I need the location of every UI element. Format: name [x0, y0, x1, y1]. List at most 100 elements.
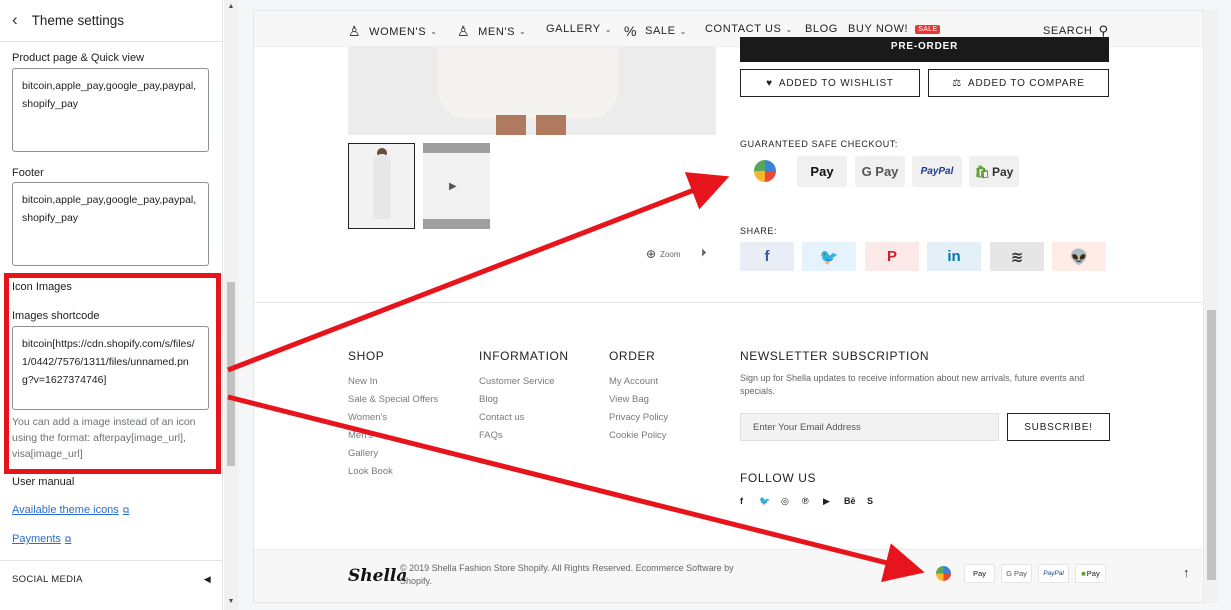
shella-logo[interactable]: Shella — [348, 566, 407, 586]
preview-scrollbar[interactable] — [1205, 10, 1218, 603]
payments-link[interactable]: Payments ⧉ — [12, 533, 71, 545]
footer-link[interactable]: Contact us — [479, 412, 524, 423]
apple-pay-icon: Pay — [797, 156, 847, 187]
back-arrow-icon[interactable]: ‹ — [12, 10, 18, 30]
panel-header: ‹ Theme settings — [0, 0, 222, 42]
scroll-up-arrow-icon[interactable]: ▲ — [224, 3, 238, 10]
twitter-icon[interactable]: 🐦 — [759, 496, 770, 507]
thumbnail-bar — [423, 219, 490, 229]
twitter-share-icon[interactable]: 🐦 — [802, 242, 856, 271]
product-photo-shorts — [438, 47, 618, 119]
footer-link[interactable]: Look Book — [348, 466, 393, 477]
compare-icon: ⚖ — [952, 77, 963, 89]
heart-icon: ♥ — [766, 77, 773, 89]
nav-sale[interactable]: % SALE ⌄ — [624, 23, 687, 39]
man-icon: ♙ — [457, 23, 471, 39]
preview-scrollbar-thumb[interactable] — [1207, 310, 1216, 580]
product-thumbnail[interactable] — [348, 143, 415, 229]
zoom-label: Zoom — [660, 249, 681, 259]
nav-men[interactable]: ♙ MEN'S ⌄ — [457, 23, 526, 40]
chevron-down-icon: ⌄ — [785, 24, 793, 34]
footer-link[interactable]: Women's — [348, 412, 387, 423]
pinterest-icon[interactable]: ℗ — [802, 496, 809, 506]
nav-blog[interactable]: BLOG — [805, 23, 838, 35]
reddit-share-icon[interactable]: 👽 — [1052, 242, 1106, 271]
linkedin-share-icon[interactable]: in — [927, 242, 981, 271]
left-scrollbar-thumb[interactable] — [227, 282, 235, 466]
facebook-share-icon[interactable]: f — [740, 242, 794, 271]
available-theme-icons-link[interactable]: Available theme icons ⧉ — [12, 504, 129, 516]
social-media-label: SOCIAL MEDIA — [12, 574, 83, 585]
pinterest-share-icon[interactable]: P — [865, 242, 919, 271]
nav-men-label: MEN'S — [478, 25, 516, 38]
footer-label: Footer — [12, 167, 44, 179]
wishlist-button[interactable]: ♥ ADDED TO WISHLIST — [740, 69, 920, 97]
footer-link[interactable]: Sale & Special Offers — [348, 394, 438, 405]
store-preview-frame: ♙ WOMEN'S ⌄ ♙ MEN'S ⌄ GALLERY ⌄ % SALE ⌄… — [253, 10, 1204, 603]
follow-us-heading: FOLLOW US — [740, 471, 817, 485]
skype-icon[interactable]: S — [867, 496, 873, 506]
woman-icon: ♙ — [348, 23, 362, 39]
footer-link[interactable]: Men's — [348, 430, 373, 441]
footer-link[interactable]: Privacy Policy — [609, 412, 668, 423]
footer-link[interactable]: My Account — [609, 376, 658, 387]
thumbnail-figure — [373, 154, 391, 219]
images-shortcode-textarea[interactable]: bitcoin[https://cdn.shopify.com/s/files/… — [12, 326, 209, 410]
footer-link[interactable]: View Bag — [609, 394, 649, 405]
nav-contact[interactable]: CONTACT US ⌄ — [705, 23, 793, 35]
wishlist-label: ADDED TO WISHLIST — [778, 77, 894, 89]
nav-search-label: SEARCH — [1043, 25, 1093, 37]
scroll-down-arrow-icon[interactable]: ▼ — [224, 598, 238, 605]
video-icon[interactable]: ⏵ — [701, 247, 707, 260]
paypal-mini-icon: PayPal — [1038, 564, 1069, 583]
footer-textarea[interactable]: bitcoin,apple_pay,google_pay,paypal,shop… — [12, 182, 209, 266]
icon-images-heading: Icon Images — [12, 281, 72, 293]
compare-label: ADDED TO COMPARE — [968, 77, 1085, 89]
user-manual-heading: User manual — [12, 476, 75, 488]
nav-women[interactable]: ♙ WOMEN'S ⌄ — [348, 23, 438, 40]
paypal-icon: PayPal — [912, 156, 962, 187]
back-to-top-icon[interactable]: ↑ — [1183, 565, 1190, 580]
instagram-icon[interactable]: ◎ — [781, 496, 789, 507]
bitcoin-icon — [740, 156, 790, 187]
google-pay-mini-icon: G Pay — [1001, 564, 1032, 583]
nav-buy-now[interactable]: BUY NOW! SALE — [848, 23, 941, 35]
theme-settings-panel: ‹ Theme settings Product page & Quick vi… — [0, 0, 223, 610]
shortcode-help-text: You can add a image instead of an icon u… — [12, 416, 196, 460]
newsletter-heading: NEWSLETTER SUBSCRIPTION — [740, 349, 930, 363]
shopify-pay-mini-icon: ■ Pay — [1075, 564, 1106, 583]
behance-icon[interactable]: Bē — [844, 496, 856, 506]
left-panel-scrollbar[interactable]: ▲ ▼ — [224, 0, 238, 610]
pre-order-button[interactable]: PRE-ORDER — [740, 37, 1109, 62]
newsletter-email-input[interactable]: Enter Your Email Address — [740, 413, 999, 441]
percent-icon: % — [624, 23, 638, 39]
nav-gallery[interactable]: GALLERY ⌄ — [546, 23, 612, 35]
thumbnail-bar — [423, 143, 490, 153]
footer-link[interactable]: Blog — [479, 394, 498, 405]
footer-link[interactable]: FAQs — [479, 430, 503, 441]
zoom-icon: ⊕ — [646, 247, 657, 261]
footer-link[interactable]: Cookie Policy — [609, 430, 667, 441]
footer-link[interactable]: Customer Service — [479, 376, 555, 387]
chevron-down-icon: ⌄ — [679, 26, 687, 36]
product-photo-leg — [496, 115, 526, 135]
available-theme-icons-label: Available theme icons — [12, 504, 119, 516]
social-media-section[interactable]: SOCIAL MEDIA ◀ — [0, 560, 222, 598]
zoom-button[interactable]: ⊕ Zoom — [646, 247, 681, 261]
youtube-icon[interactable]: ▶ — [823, 496, 830, 507]
product-video-thumbnail[interactable]: ▶ — [423, 143, 490, 229]
facebook-icon[interactable]: f — [740, 496, 743, 506]
product-page-textarea[interactable]: bitcoin,apple_pay,google_pay,paypal,shop… — [12, 68, 209, 152]
section-divider — [254, 302, 1203, 303]
nav-blog-label: BLOG — [805, 23, 838, 35]
buffer-share-icon[interactable]: ≋ — [990, 242, 1044, 271]
sale-badge: SALE — [915, 24, 941, 34]
footer-link[interactable]: Gallery — [348, 448, 378, 459]
subscribe-button[interactable]: SUBSCRIBE! — [1007, 413, 1110, 441]
newsletter-text: Sign up for Shella updates to receive in… — [740, 373, 1085, 396]
checkout-heading: GUARANTEED SAFE CHECKOUT: — [740, 139, 899, 149]
product-main-image[interactable] — [348, 47, 716, 135]
footer-link[interactable]: New In — [348, 376, 378, 387]
compare-button[interactable]: ⚖ ADDED TO COMPARE — [928, 69, 1109, 97]
caret-left-icon: ◀ — [203, 574, 211, 584]
